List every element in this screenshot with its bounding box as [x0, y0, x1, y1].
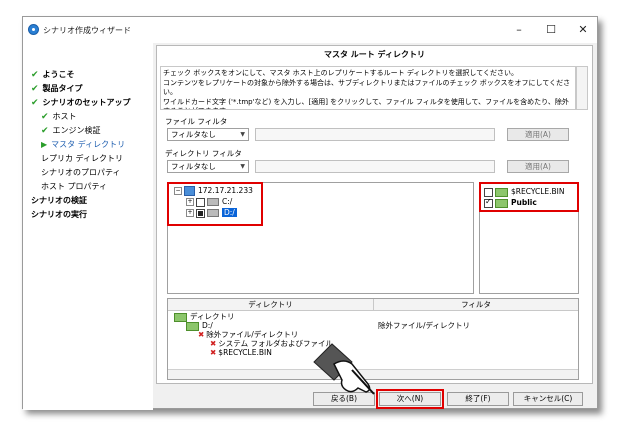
step-scenario-run: シナリオの実行 — [31, 210, 87, 219]
directory-tree: −172.17.21.233 + C:/ + D:/ — [167, 182, 474, 294]
description-scrollbar[interactable] — [576, 66, 588, 110]
expand-icon[interactable]: + — [186, 198, 194, 206]
current-step-arrow-icon: ▶ — [41, 140, 48, 149]
window-title: シナリオ作成ウィザード — [43, 26, 131, 35]
drive-icon — [207, 198, 219, 206]
step-host-properties: ホスト プロパティ — [41, 182, 108, 191]
pointing-hand-icon — [313, 343, 375, 395]
wizard-steps-sidebar: ✔ ようこそ ✔ 製品タイプ ✔ シナリオのセットアップ ✔ ホスト ✔ エンジン検証 ▶… — [23, 43, 153, 410]
chevron-down-icon: ▼ — [240, 131, 245, 138]
exclude-icon: ✖ — [210, 339, 217, 348]
file-filter-select[interactable]: フィルタなし ▼ — [167, 128, 249, 141]
step-welcome: ✔ ようこそ — [31, 70, 75, 80]
next-highlight-box — [376, 389, 444, 409]
file-filter-label: ファイル フィルタ — [165, 117, 228, 126]
step-scenario-properties: シナリオのプロパティ — [41, 168, 121, 177]
grid-row-filter: 除外ファイル/ディレクトリ — [378, 321, 471, 330]
folder-item-public[interactable]: Public — [484, 197, 537, 208]
wizard-window: シナリオ作成ウィザード – ☐ ✕ ✔ ようこそ ✔ 製品タイプ ✔ シナリオのセット… — [22, 16, 598, 410]
folder-item-recycle[interactable]: $RECYCLE.BIN — [484, 187, 565, 197]
step-host: ✔ ホスト — [41, 112, 77, 122]
content-panel: マスタ ルート ディレクトリ チェック ボックスをオンにして、マスタ ホスト上の… — [156, 45, 593, 384]
file-filter-input[interactable] — [255, 128, 495, 141]
folder-list: $RECYCLE.BIN Public — [479, 182, 579, 294]
title-bar: シナリオ作成ウィザード – ☐ ✕ — [23, 17, 597, 43]
checkbox[interactable] — [484, 197, 493, 208]
grid-header-filter[interactable]: フィルタ — [374, 299, 578, 311]
close-button[interactable]: ✕ — [575, 23, 591, 37]
check-icon: ✔ — [31, 98, 39, 108]
file-filter-apply-button[interactable]: 適用(A) — [507, 128, 569, 141]
step-scenario-verify: シナリオの検証 — [31, 196, 87, 205]
step-master-directory: ▶ マスタ ディレクトリ — [41, 140, 126, 149]
grid-row[interactable]: ✖ $RECYCLE.BIN — [210, 348, 272, 358]
checkbox[interactable] — [196, 208, 205, 218]
minimize-button[interactable]: – — [511, 23, 527, 37]
collapse-icon[interactable]: − — [174, 187, 182, 195]
description-text: チェック ボックスをオンにして、マスタ ホスト上のレプリケートするルート ディレ… — [160, 66, 576, 110]
computer-icon — [184, 186, 195, 196]
dir-filter-input[interactable] — [255, 160, 495, 173]
checkbox[interactable] — [484, 187, 493, 197]
page-title: マスタ ルート ディレクトリ — [323, 50, 425, 59]
grid-header-directory[interactable]: ディレクトリ — [168, 299, 374, 311]
step-engine-verify: ✔ エンジン検証 — [41, 126, 101, 136]
cancel-button[interactable]: キャンセル(C) — [513, 392, 583, 406]
expand-icon[interactable]: + — [186, 209, 194, 217]
dir-filter-select[interactable]: フィルタなし ▼ — [167, 160, 249, 173]
check-icon: ✔ — [41, 126, 49, 136]
dir-filter-label: ディレクトリ フィルタ — [165, 149, 242, 158]
tree-drive-c[interactable]: + C:/ — [186, 197, 232, 207]
step-replica-directory: レプリカ ディレクトリ — [41, 154, 123, 163]
folder-icon — [495, 198, 508, 208]
dir-filter-apply-button[interactable]: 適用(A) — [507, 160, 569, 173]
app-icon — [28, 24, 39, 35]
check-icon: ✔ — [41, 112, 49, 122]
finish-button[interactable]: 終了(F) — [447, 392, 509, 406]
step-product-type: ✔ 製品タイプ — [31, 84, 83, 94]
step-scenario-setup: ✔ シナリオのセットアップ — [31, 98, 131, 108]
chevron-down-icon: ▼ — [240, 163, 245, 170]
checkbox[interactable] — [196, 197, 205, 207]
exclude-icon: ✖ — [198, 330, 205, 339]
folder-icon — [495, 187, 508, 197]
tree-drive-d[interactable]: + D:/ — [186, 208, 237, 218]
maximize-button[interactable]: ☐ — [543, 23, 559, 37]
exclude-icon: ✖ — [210, 348, 217, 357]
tree-host-node[interactable]: −172.17.21.233 — [174, 186, 253, 196]
check-icon: ✔ — [31, 84, 39, 94]
check-icon: ✔ — [31, 70, 39, 80]
drive-icon — [207, 209, 219, 217]
